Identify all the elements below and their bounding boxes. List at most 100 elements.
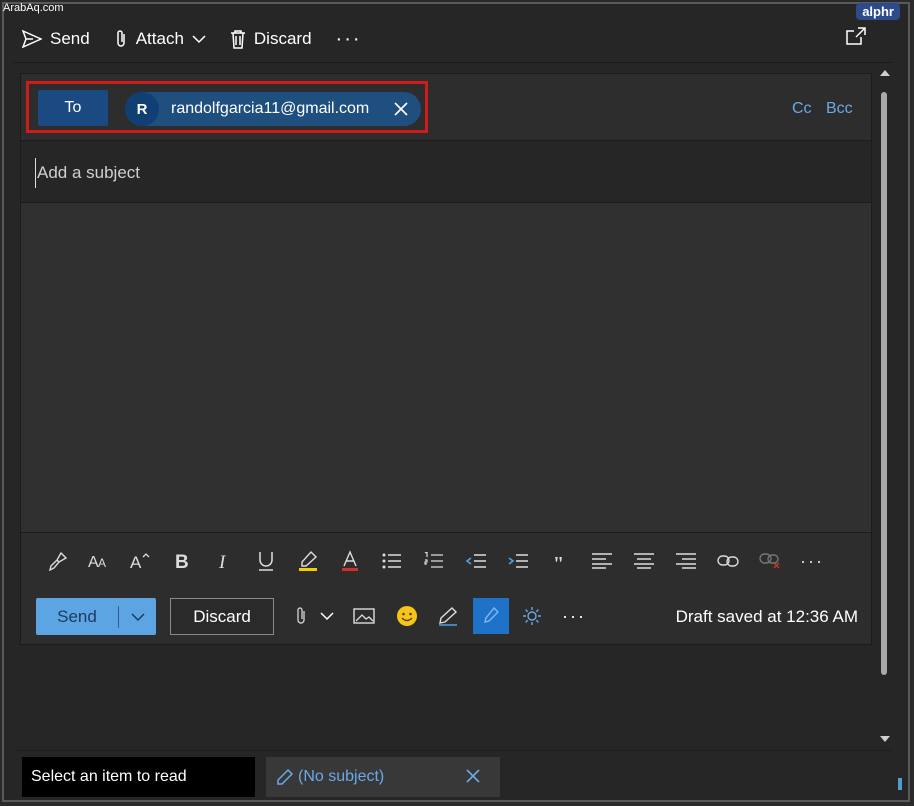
compose-toolbar: Send Attach Discard ···	[14, 22, 378, 56]
cc-link[interactable]: Cc	[792, 100, 812, 118]
numbering-button[interactable]	[420, 547, 448, 575]
signature-button[interactable]	[433, 601, 463, 631]
format-more-button[interactable]: ···	[798, 547, 826, 575]
subject-input[interactable]	[35, 158, 639, 188]
link-icon	[717, 555, 739, 567]
vertical-scrollbar[interactable]	[878, 70, 890, 750]
subject-row	[21, 141, 871, 203]
send-options-button[interactable]	[119, 612, 156, 622]
font-size-button[interactable]: AA	[85, 547, 113, 575]
attach-toolbar-label: Attach	[135, 29, 184, 48]
italic-button[interactable]: I	[210, 547, 238, 575]
paperclip-icon	[297, 607, 305, 624]
watermark-alphr: alphr	[856, 3, 900, 20]
bullets-button[interactable]	[378, 547, 406, 575]
draft-tab-label: (No subject)	[298, 768, 385, 785]
watermark-arabaq: ArabAq.com	[3, 2, 64, 14]
paperclip-icon	[116, 30, 125, 47]
bullets-icon	[382, 553, 401, 569]
scroll-down-arrow[interactable]	[880, 736, 890, 742]
underline-button[interactable]	[252, 547, 280, 575]
trash-icon	[230, 30, 245, 49]
discard-toolbar-label: Discard	[253, 29, 312, 48]
emoji-button[interactable]	[392, 601, 422, 631]
actions-more-button[interactable]: ···	[559, 601, 589, 631]
pencil-icon	[277, 768, 294, 785]
numbering-icon	[424, 552, 443, 568]
scroll-thumb[interactable]	[881, 92, 887, 675]
action-bar: Send Discard ··· Draft saved at 12:36 AM	[21, 589, 871, 645]
svg-text:A: A	[130, 553, 142, 571]
immersive-reader-button[interactable]	[473, 598, 509, 634]
insert-link-button[interactable]	[714, 547, 742, 575]
attach-toolbar-button[interactable]: Attach	[106, 22, 214, 56]
align-center-button[interactable]	[630, 547, 658, 575]
svg-text:I: I	[218, 552, 227, 571]
popout-button[interactable]	[846, 27, 866, 50]
svg-text:B: B	[175, 552, 189, 571]
send-toolbar-label: Send	[50, 29, 90, 48]
increase-font-button[interactable]: A	[127, 547, 155, 575]
underline-icon	[259, 552, 273, 571]
format-painter-button[interactable]	[44, 547, 72, 575]
decrease-indent-icon	[465, 554, 486, 568]
sun-icon	[523, 607, 541, 625]
font-size-icon: AA	[88, 554, 106, 570]
draft-tab[interactable]: (No subject)	[266, 757, 500, 797]
bottom-divider	[14, 750, 892, 751]
increase-indent-button[interactable]	[504, 547, 532, 575]
to-row: To R randolfgarcia11@gmail.com Cc Bcc	[21, 74, 871, 141]
insert-picture-button[interactable]	[349, 601, 379, 631]
pencil-highlight-icon	[484, 606, 499, 623]
bcc-link[interactable]: Bcc	[826, 100, 853, 118]
decrease-indent-button[interactable]	[462, 547, 490, 575]
highlight-icon	[299, 550, 318, 571]
chevron-down-icon	[320, 612, 334, 621]
remove-link-button[interactable]	[756, 547, 784, 575]
pen-icon	[439, 607, 458, 626]
close-icon	[466, 769, 480, 783]
discard-toolbar-button[interactable]: Discard	[222, 22, 320, 56]
quote-icon: "	[553, 554, 564, 568]
send-button-label: Send	[57, 606, 97, 626]
toolbar-divider	[14, 62, 892, 63]
picture-icon	[353, 608, 375, 624]
italic-icon: I	[218, 552, 227, 571]
svg-text:": "	[553, 554, 564, 568]
format-painter-icon	[49, 551, 68, 571]
send-button[interactable]: Send	[36, 598, 156, 635]
scroll-up-arrow[interactable]	[880, 70, 890, 76]
format-toolbar: AA A B I " ···	[21, 533, 871, 589]
compose-panel: To R randolfgarcia11@gmail.com Cc Bcc AA…	[20, 73, 872, 645]
discard-button[interactable]: Discard	[170, 598, 274, 635]
align-left-button[interactable]	[588, 547, 616, 575]
more-options-button[interactable]: ···	[320, 22, 378, 56]
align-center-icon	[634, 553, 654, 569]
increase-font-icon: A	[130, 553, 150, 571]
increase-indent-icon	[508, 554, 528, 568]
attach-options-button[interactable]	[312, 601, 342, 631]
close-draft-tab-button[interactable]	[466, 769, 480, 788]
send-icon	[22, 30, 42, 48]
send-toolbar-button[interactable]: Send	[14, 22, 98, 56]
emoji-icon	[397, 606, 417, 626]
quote-button[interactable]: "	[546, 547, 574, 575]
chevron-down-icon	[130, 612, 145, 621]
draft-status: Draft saved at 12:36 AM	[675, 607, 858, 626]
svg-text:A: A	[98, 556, 106, 570]
align-left-icon	[592, 553, 612, 569]
theme-button[interactable]	[517, 601, 547, 631]
font-color-button[interactable]	[336, 547, 364, 575]
align-right-button[interactable]	[672, 547, 700, 575]
corner-mark	[898, 778, 902, 790]
highlight-button[interactable]	[294, 547, 322, 575]
recipient-highlight-box	[26, 81, 428, 133]
message-body[interactable]	[21, 203, 871, 533]
bold-button[interactable]: B	[168, 547, 196, 575]
popout-icon	[846, 27, 866, 45]
font-color-icon	[342, 550, 358, 571]
chevron-down-icon	[192, 35, 206, 44]
unlink-icon	[759, 553, 780, 569]
align-right-icon	[676, 553, 696, 569]
reading-pane-tab[interactable]: Select an item to read	[22, 757, 255, 797]
